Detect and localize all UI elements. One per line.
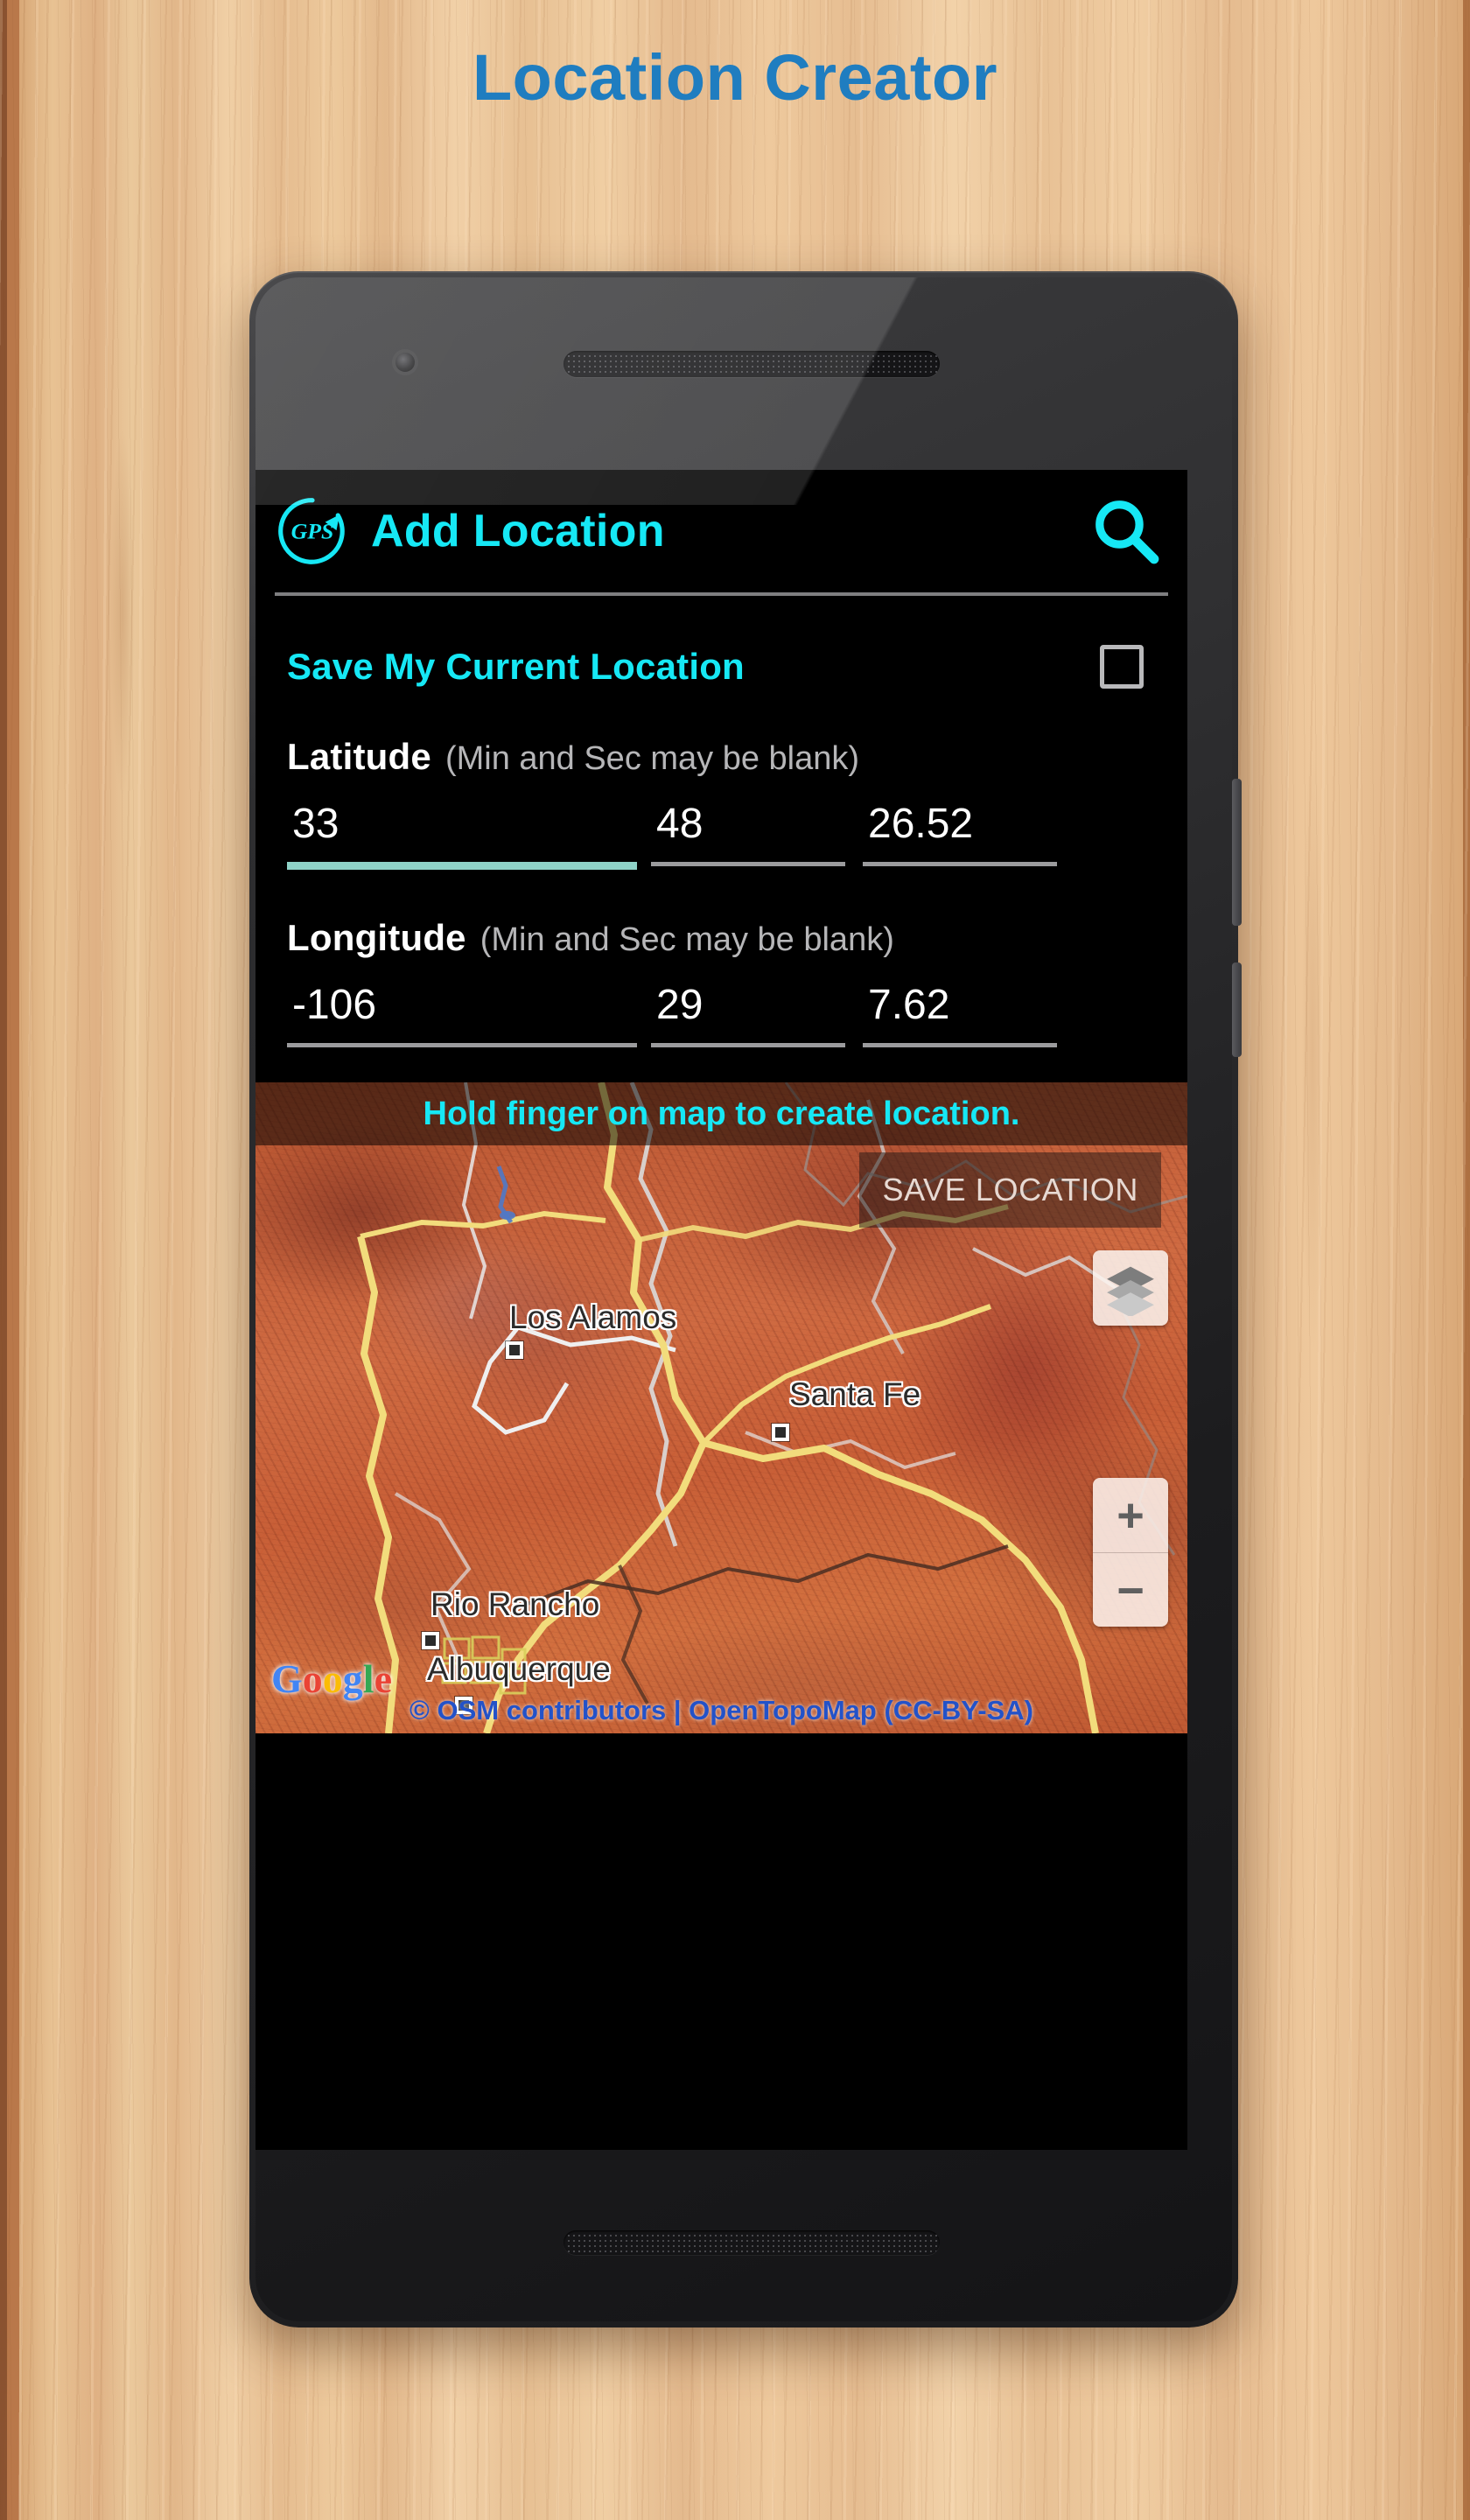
longitude-minutes-input[interactable]: 29 — [651, 976, 845, 1047]
app-bar-title: Add Location — [371, 506, 665, 556]
app-bar: GPS Add Location — [256, 470, 1187, 592]
page-title: Location Creator — [472, 41, 998, 114]
location-form: Save My Current Location Latitude (Min a… — [256, 596, 1187, 1047]
save-current-location-label: Save My Current Location — [287, 646, 745, 687]
latitude-seconds-input[interactable]: 26.52 — [863, 795, 1057, 870]
city-marker-santa-fe — [772, 1424, 789, 1441]
map-zoom-controls[interactable]: + − — [1093, 1478, 1168, 1627]
latitude-minutes-underline — [651, 862, 845, 866]
bottom-speaker-grille — [564, 2230, 940, 2255]
layers-stack-icon[interactable] — [1093, 1250, 1168, 1326]
volume-button[interactable] — [1232, 779, 1242, 926]
longitude-minutes-underline — [651, 1043, 845, 1047]
search-icon[interactable] — [1089, 494, 1163, 568]
place-label-albuquerque: Albuquerque — [427, 1651, 611, 1687]
map-hint-band: Hold finger on map to create location. — [256, 1082, 1187, 1145]
map-hint-text: Hold finger on map to create location. — [423, 1095, 1020, 1132]
latitude-degrees-underline — [287, 862, 637, 870]
place-label-santa-fe: Santa Fe — [789, 1376, 921, 1412]
latitude-degrees-input[interactable]: 33 — [287, 795, 637, 870]
power-button[interactable] — [1232, 962, 1242, 1057]
longitude-inputs-row: -106 29 7.62 — [287, 976, 1156, 1047]
latitude-group: Latitude (Min and Sec may be blank) 33 4… — [280, 736, 1163, 870]
city-marker-rio-rancho — [422, 1632, 439, 1649]
latitude-degrees-value: 33 — [292, 801, 340, 847]
phone-body: GPS Add Location Save My Current Locatio… — [256, 277, 1232, 2321]
gps-circular-arrow-icon: GPS — [275, 494, 350, 569]
longitude-degrees-value: -106 — [292, 982, 377, 1028]
phone-device: GPS Add Location Save My Current Locatio… — [249, 271, 1242, 2328]
map-attribution[interactable]: © OSM contributors | OpenTopoMap (CC-BY-… — [256, 1695, 1187, 1726]
phone-screen: GPS Add Location Save My Current Locatio… — [256, 470, 1187, 2150]
save-location-button[interactable]: SAVE LOCATION — [859, 1152, 1161, 1228]
latitude-minutes-value: 48 — [656, 801, 704, 847]
save-current-location-row[interactable]: Save My Current Location — [280, 596, 1163, 689]
map-view[interactable]: Los Alamos Santa Fe Rio Rancho Albuquerq… — [256, 1082, 1187, 1733]
save-current-location-checkbox[interactable] — [1100, 645, 1144, 689]
latitude-seconds-underline — [863, 862, 1057, 866]
latitude-label-row: Latitude (Min and Sec may be blank) — [287, 736, 1156, 778]
front-camera-icon — [396, 353, 415, 372]
svg-text:GPS: GPS — [291, 519, 334, 544]
latitude-hint: (Min and Sec may be blank) — [444, 740, 860, 777]
latitude-seconds-value: 26.52 — [868, 801, 974, 847]
longitude-degrees-underline — [287, 1043, 637, 1047]
place-label-rio-rancho: Rio Rancho — [430, 1586, 600, 1622]
city-marker-los-alamos-2 — [506, 1341, 523, 1359]
longitude-seconds-underline — [863, 1043, 1057, 1047]
latitude-minutes-input[interactable]: 48 — [651, 795, 845, 870]
longitude-hint: (Min and Sec may be blank) — [480, 921, 894, 958]
longitude-seconds-value: 7.62 — [868, 982, 950, 1028]
longitude-seconds-input[interactable]: 7.62 — [863, 976, 1057, 1047]
place-label-los-alamos: Los Alamos — [509, 1299, 677, 1335]
longitude-degrees-input[interactable]: -106 — [287, 976, 637, 1047]
latitude-inputs-row: 33 48 26.52 — [287, 795, 1156, 870]
longitude-label: Longitude — [287, 917, 466, 958]
longitude-minutes-value: 29 — [656, 982, 704, 1028]
zoom-in-button[interactable]: + — [1093, 1478, 1168, 1552]
longitude-group: Longitude (Min and Sec may be blank) -10… — [280, 917, 1163, 1047]
zoom-out-button[interactable]: − — [1093, 1553, 1168, 1627]
longitude-label-row: Longitude (Min and Sec may be blank) — [287, 917, 1156, 959]
earpiece-speaker-grille — [564, 351, 940, 377]
latitude-label: Latitude — [287, 736, 431, 777]
